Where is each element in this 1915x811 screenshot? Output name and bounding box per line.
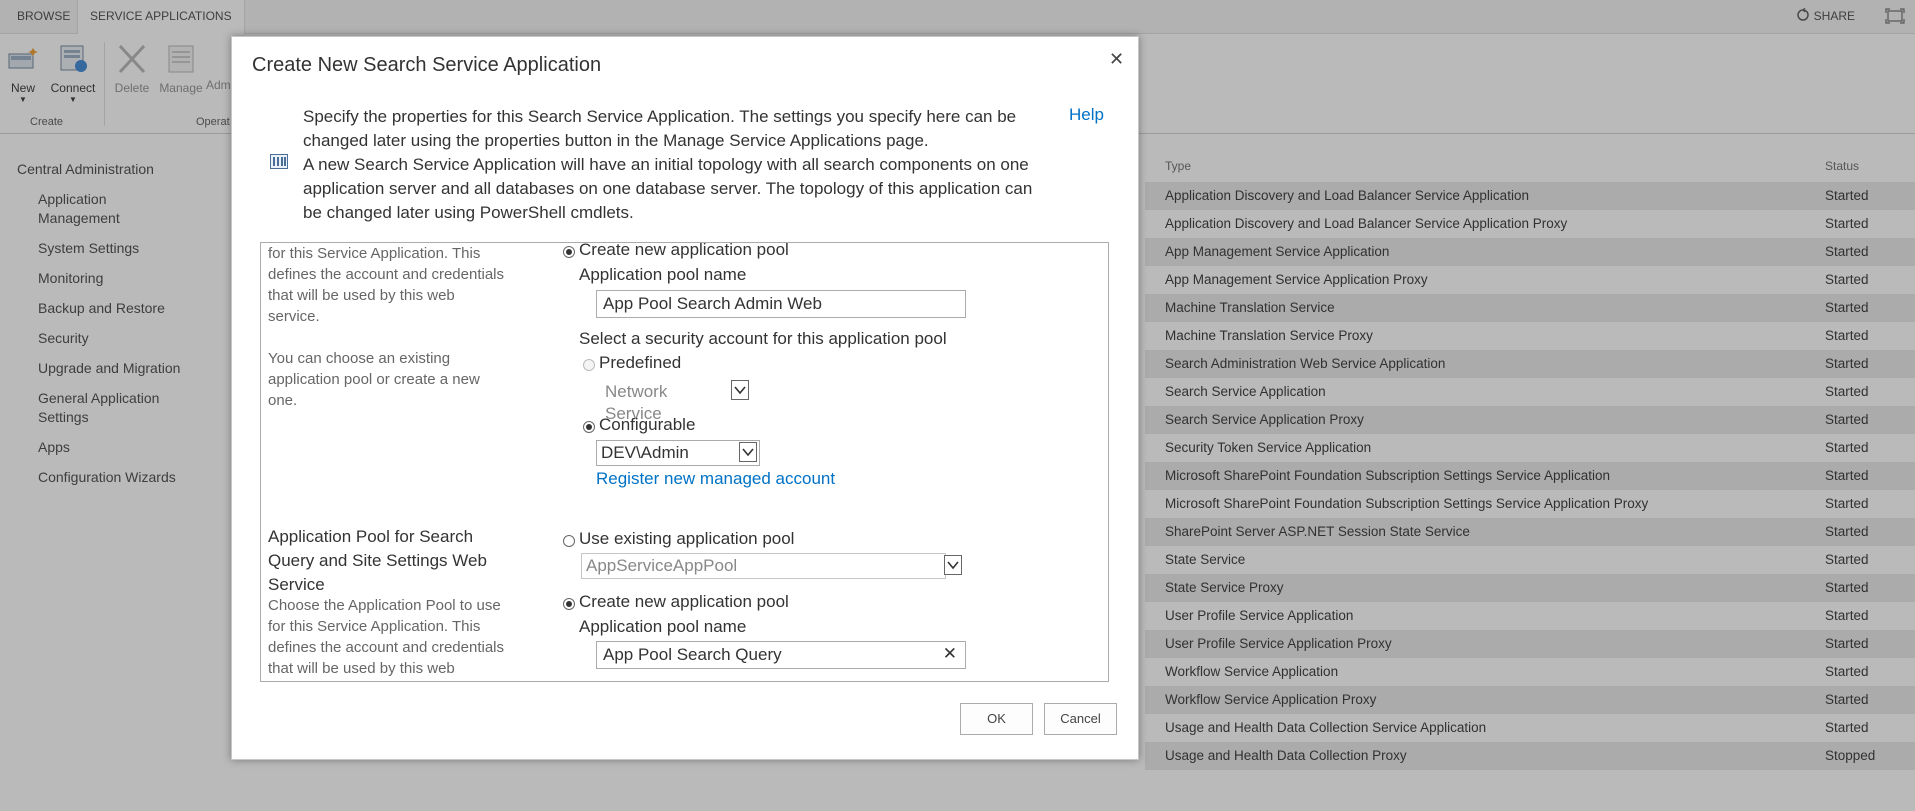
section-title-line: Application Pool for Search — [268, 527, 474, 546]
use-existing-pool-radio[interactable] — [563, 535, 575, 547]
ok-button[interactable]: OK — [960, 703, 1033, 735]
admin-pool-description: for this Service Application. This defin… — [268, 243, 528, 327]
query-pool-section-title: Application Pool for Search Query and Si… — [268, 525, 518, 597]
close-icon[interactable]: ✕ — [1109, 49, 1124, 70]
chevron-down-icon[interactable] — [739, 442, 757, 462]
create-new-pool-radio[interactable] — [563, 246, 575, 258]
predefined-account-select[interactable]: Network Service — [601, 380, 731, 423]
query-pool-description: Choose the Application Pool to use for t… — [268, 595, 528, 679]
predefined-radio[interactable] — [583, 359, 595, 371]
cancel-button[interactable]: Cancel — [1044, 703, 1117, 735]
description-line: that will be used by this web — [268, 287, 455, 304]
predefined-label[interactable]: Predefined — [599, 353, 681, 373]
pool-name-input[interactable]: App Pool Search Admin Web — [596, 290, 966, 318]
admin-pool-choice-description: You can choose an existing application p… — [268, 348, 528, 411]
configurable-label[interactable]: Configurable — [599, 415, 695, 435]
description-line: Choose the Application Pool to use — [268, 597, 501, 614]
intro-text-line-1: Specify the properties for this Search S… — [303, 107, 1017, 126]
chevron-down-icon[interactable] — [944, 555, 962, 575]
security-account-label: Select a security account for this appli… — [579, 329, 947, 348]
register-managed-account-link[interactable]: Register new managed account — [596, 469, 835, 489]
intro-text-line-5: be changed later using PowerShell cmdlet… — [303, 203, 634, 222]
dialog-title: Create New Search Service Application — [252, 54, 602, 76]
existing-pool-select[interactable]: AppServiceAppPool — [581, 553, 946, 579]
help-link[interactable]: Help — [1069, 105, 1104, 125]
description-line: for this Service Application. This — [268, 245, 481, 262]
create-search-service-dialog: Create New Search Service Application ✕ … — [231, 36, 1139, 760]
section-title-line: Query and Site Settings Web — [268, 551, 487, 570]
configurable-account-value: DEV\Admin — [601, 443, 689, 462]
existing-pool-value: AppServiceAppPool — [586, 556, 738, 575]
description-line: defines the account and credentials — [268, 639, 504, 656]
intro-text-line-3: A new Search Service Application will ha… — [303, 155, 1029, 174]
pool-name-2-label: Application pool name — [579, 617, 747, 636]
description-line: service. — [268, 308, 320, 325]
settings-scroll-panel[interactable]: for this Service Application. This defin… — [260, 242, 1109, 682]
pool-name-2-value: App Pool Search Query — [603, 645, 782, 664]
configurable-radio[interactable] — [583, 421, 595, 433]
intro-text-line-2: changed later using the properties butto… — [303, 131, 929, 150]
section-title-line: Service — [268, 575, 325, 594]
use-existing-pool-label[interactable]: Use existing application pool — [579, 529, 794, 549]
topology-info-icon — [270, 154, 288, 169]
clear-input-icon[interactable]: ✕ — [943, 643, 957, 665]
panel-scrollbar[interactable] — [1108, 243, 1109, 681]
configurable-account-select[interactable]: DEV\Admin — [596, 440, 760, 466]
description-line: application pool or create a new — [268, 371, 480, 388]
description-line: one. — [268, 392, 298, 409]
create-new-pool-2-radio[interactable] — [563, 598, 575, 610]
create-new-pool-label[interactable]: Create new application pool — [579, 243, 789, 260]
pool-name-2-input[interactable]: App Pool Search Query ✕ — [596, 641, 966, 669]
description-line: You can choose an existing — [268, 350, 451, 367]
intro-text-line-4: application server and all databases on … — [303, 179, 1033, 198]
description-line: defines the account and credentials — [268, 266, 504, 283]
pool-name-label: Application pool name — [579, 265, 747, 284]
chevron-down-icon[interactable] — [731, 380, 749, 400]
create-new-pool-2-label[interactable]: Create new application pool — [579, 592, 789, 612]
description-line: for this Service Application. This — [268, 618, 481, 635]
description-line: that will be used by this web — [268, 660, 455, 677]
